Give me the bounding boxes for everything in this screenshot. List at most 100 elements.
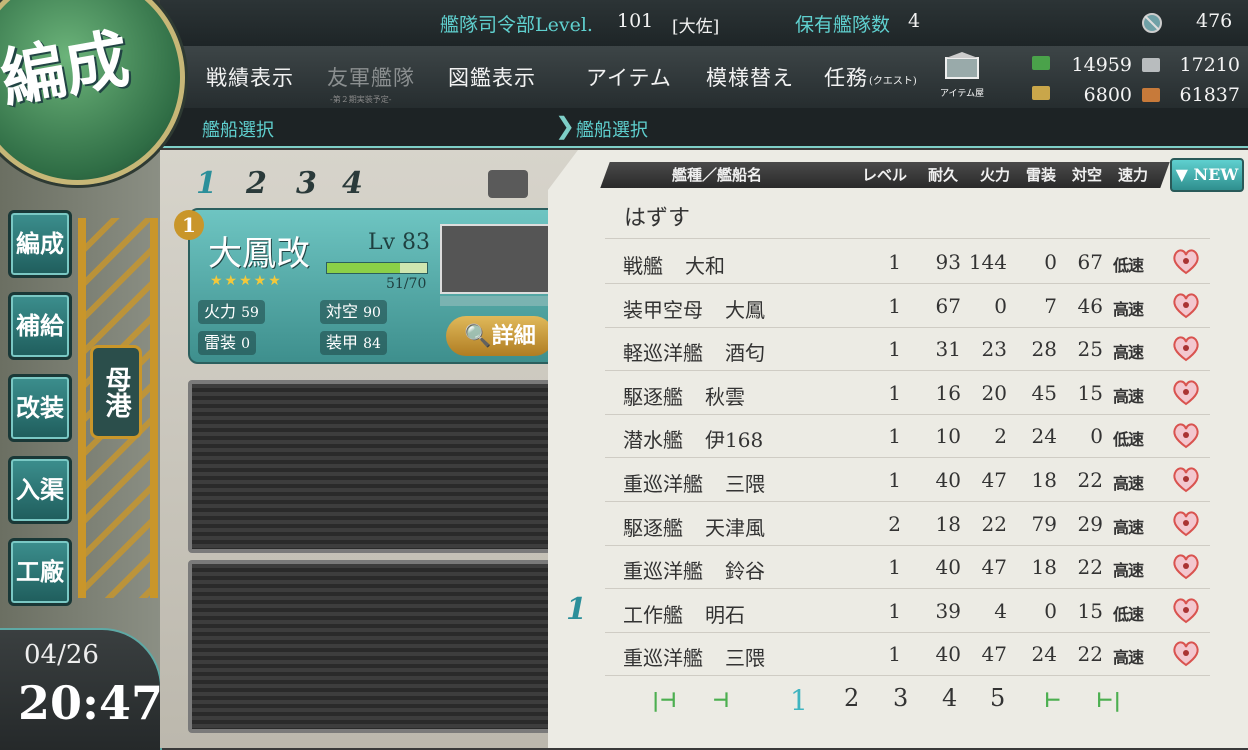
page-3[interactable]: 3 — [893, 684, 908, 712]
item-shop-button[interactable]: アイテム屋 — [940, 52, 992, 102]
ship-level-label: Lv 83 — [368, 230, 430, 255]
table-row[interactable]: 戦艦 大和 1 93 144 0 67 低速 — [605, 240, 1210, 284]
left-section-title: 艦船選択 — [202, 120, 274, 141]
ship-level: 1 — [888, 293, 901, 318]
menu-items[interactable]: アイテム — [586, 62, 672, 92]
lock-heart-icon[interactable] — [1171, 377, 1201, 407]
lock-heart-icon[interactable] — [1171, 638, 1201, 668]
ship-level: 1 — [888, 598, 901, 623]
fleet-assignment-mark: 1 — [566, 592, 587, 627]
ship-hp: 31 — [935, 337, 961, 362]
table-row[interactable]: 工作艦 明石 1 39 4 0 15 低速 — [605, 589, 1210, 633]
last-page-icon[interactable]: ⊢| — [1096, 688, 1121, 712]
date-display: 04/26 — [24, 640, 99, 670]
unset-ship-option[interactable]: はずす — [624, 200, 690, 232]
ship-torp: 0 — [1044, 250, 1057, 274]
header-aa[interactable]: 対空 — [1072, 164, 1102, 185]
stat-firepower: 火力 59 — [198, 300, 265, 324]
prev-page-icon[interactable]: ⊣ — [712, 688, 730, 712]
page-4[interactable]: 4 — [942, 684, 957, 712]
header-level[interactable]: レベル — [862, 164, 907, 185]
table-row[interactable]: 重巡洋艦 三隈 1 40 47 18 22 高速 — [605, 458, 1210, 502]
ship-name: 酒匂 — [725, 341, 765, 366]
lock-heart-icon[interactable] — [1171, 464, 1201, 494]
ship-hp: 67 — [935, 293, 961, 318]
ship-level: 1 — [888, 337, 901, 362]
table-row[interactable]: 駆逐艦 天津風 2 18 22 79 29 高速 — [605, 502, 1210, 546]
next-page-icon[interactable]: ⊢ — [1044, 688, 1062, 712]
page-2[interactable]: 2 — [844, 684, 859, 712]
header-torp[interactable]: 雷装 — [1026, 164, 1056, 185]
ship-speed: 高速 — [1113, 561, 1144, 581]
header-fire[interactable]: 火力 — [980, 164, 1010, 185]
stat-antiair: 対空 90 — [320, 300, 387, 324]
menu-interior[interactable]: 模様替え — [706, 62, 794, 92]
ship-aa: 15 — [1077, 380, 1103, 405]
ship-name: 大和 — [685, 254, 725, 278]
ship-type: 装甲空母 — [623, 297, 703, 322]
ship-name: 明石 — [705, 602, 745, 627]
page-5[interactable]: 5 — [990, 684, 1005, 712]
menu-quest[interactable]: 任務 — [824, 62, 868, 92]
ship-hp: 40 — [935, 555, 961, 580]
fleet-tab-3[interactable]: 3 — [296, 166, 317, 201]
side-button-remodel[interactable]: 改装 — [8, 374, 72, 442]
ship-fire: 47 — [981, 642, 1007, 667]
fuel-value: 14959 — [1071, 54, 1132, 76]
fleet-tab-4[interactable]: 4 — [342, 166, 363, 201]
ship-level: 1 — [888, 642, 901, 667]
lock-heart-icon[interactable] — [1171, 595, 1201, 625]
menu-friend-fleet: 友軍艦隊 — [327, 66, 415, 90]
lock-heart-icon[interactable] — [1171, 246, 1201, 276]
table-row[interactable]: 重巡洋艦 三隈 1 40 47 24 22 高速 — [605, 632, 1210, 677]
lock-heart-icon[interactable] — [1171, 290, 1201, 320]
stat-torpedo: 雷装 0 — [198, 331, 257, 355]
friend-fleet-note: -第２期実装予定- — [330, 95, 392, 104]
menu-battle-record[interactable]: 戦績表示 — [206, 62, 294, 92]
menu-encyclopedia[interactable]: 図鑑表示 — [448, 62, 536, 92]
stat-value: 0 — [241, 336, 251, 352]
steel-value: 17210 — [1179, 54, 1240, 76]
ship-type: 戦艦 — [623, 254, 663, 278]
lock-heart-icon[interactable] — [1171, 420, 1201, 450]
lock-heart-icon[interactable] — [1171, 508, 1201, 538]
side-button-supply[interactable]: 補給 — [8, 292, 72, 360]
ship-fire: 47 — [981, 468, 1007, 492]
table-row[interactable]: 重巡洋艦 鈴谷 1 40 47 18 22 高速 — [605, 545, 1210, 590]
side-button-organize[interactable]: 編成 — [8, 210, 72, 278]
table-row[interactable]: 潜水艦 伊168 1 10 2 24 0 低速 — [605, 414, 1210, 459]
ship-type: 軽巡洋艦 — [623, 341, 703, 366]
fleet-tab-2[interactable]: 2 — [246, 166, 267, 201]
ship-fire: 0 — [994, 293, 1007, 318]
furniture-coin-count: 476 — [1196, 10, 1233, 32]
first-page-icon[interactable]: |⊣ — [652, 688, 677, 712]
stat-label: 雷装 — [204, 333, 237, 352]
header-speed[interactable]: 速力 — [1118, 164, 1148, 185]
table-row[interactable]: 装甲空母 大鳳 1 67 0 7 46 高速 — [605, 284, 1210, 328]
ship-torp: 7 — [1044, 293, 1057, 318]
table-row[interactable]: 駆逐艦 秋雲 1 16 20 45 15 高速 — [605, 371, 1210, 415]
header-hp[interactable]: 耐久 — [928, 164, 958, 185]
empty-ship-slot[interactable] — [188, 560, 556, 733]
lock-heart-icon[interactable] — [1171, 333, 1201, 363]
supply-icon[interactable] — [488, 170, 528, 198]
side-button-arsenal[interactable]: 工廠 — [8, 538, 72, 606]
hp-bar-fill — [327, 263, 400, 273]
ship-name: 天津風 — [705, 515, 765, 540]
ship-level: 1 — [888, 380, 901, 405]
table-row[interactable]: 軽巡洋艦 酒匂 1 31 23 28 25 高速 — [605, 327, 1210, 372]
lock-heart-icon[interactable] — [1171, 551, 1201, 581]
side-button-repair[interactable]: 入渠 — [8, 456, 72, 524]
detail-button[interactable]: 🔍詳細 — [446, 316, 554, 356]
ship-type: 駆逐艦 — [623, 384, 683, 409]
sort-new-button[interactable]: ▼ NEW — [1170, 158, 1244, 192]
port-button[interactable]: 母港 — [90, 345, 142, 439]
detail-label: 詳細 — [491, 323, 536, 349]
page-1[interactable]: 1 — [790, 684, 808, 717]
empty-ship-slot[interactable] — [188, 380, 556, 553]
ship-name: 大鳳改 — [208, 234, 310, 274]
header-type-name[interactable]: 艦種／艦船名 — [672, 164, 762, 185]
hq-level-value: 101 — [617, 10, 654, 32]
ship-name: 大鳳 — [725, 297, 765, 322]
fleet-tab-1[interactable]: 1 — [196, 166, 217, 201]
